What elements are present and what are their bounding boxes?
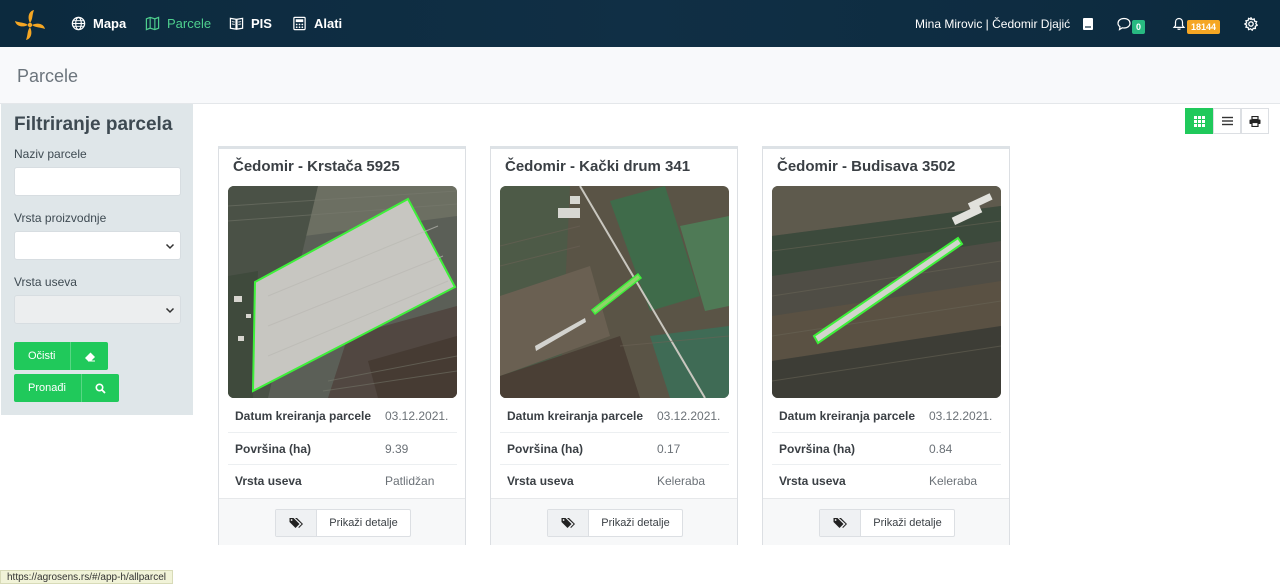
parcel-card-title: Čedomir - Kački drum 341: [505, 158, 691, 175]
parcel-detail-row: Površina (ha) 0.17: [500, 432, 729, 464]
eraser-icon: [70, 342, 108, 370]
parcel-detail-row: Površina (ha) 9.39: [228, 432, 457, 464]
production-type-select[interactable]: [14, 231, 181, 260]
messages-badge: 0: [1132, 19, 1146, 34]
grid-view-button[interactable]: [1185, 108, 1213, 134]
print-icon: [1249, 115, 1261, 127]
parcel-satellite-image[interactable]: [228, 186, 457, 398]
parcel-name-label: Naziv parcele: [14, 147, 87, 161]
search-icon: [81, 374, 119, 402]
nav-label-parcele: Parcele: [167, 16, 212, 31]
map-icon: [145, 16, 160, 31]
show-details-label: Prikaži detalje: [601, 517, 670, 529]
parcel-card: Čedomir - Kački drum 341 Datum kreiranja…: [490, 146, 738, 545]
crop-type-select[interactable]: [14, 295, 181, 324]
globe-icon: [71, 16, 86, 31]
gear-icon: [1244, 16, 1258, 31]
find-button[interactable]: Pronađi: [14, 374, 119, 402]
parcel-satellite-image[interactable]: [772, 186, 1001, 398]
clear-button[interactable]: Očisti: [14, 342, 108, 370]
parcel-card-footer: Prikaži detalje: [491, 498, 737, 545]
grid-icon: [1193, 115, 1205, 127]
clear-button-label: Očisti: [28, 350, 56, 362]
parcel-card-title: Čedomir - Krstača 5925: [233, 158, 400, 175]
top-navbar: Mapa Parcele PIS Alati Mina Mirovic | Če: [0, 0, 1280, 47]
find-button-label: Pronađi: [28, 382, 66, 394]
detail-value: Keleraba: [929, 474, 978, 488]
user-name[interactable]: Mina Mirovic | Čedomir Djajić: [915, 0, 1070, 47]
comment-icon: [1117, 17, 1131, 31]
detail-value: 9.39: [385, 442, 409, 456]
parcel-detail-row: Datum kreiranja parcele 03.12.2021.: [500, 400, 729, 432]
production-type-label: Vrsta proizvodnje: [14, 211, 107, 225]
show-details-button[interactable]: Prikaži detalje: [275, 509, 411, 537]
show-details-button[interactable]: Prikaži detalje: [547, 509, 683, 537]
parcel-detail-row: Površina (ha) 0.84: [772, 432, 1001, 464]
detail-label: Površina (ha): [507, 442, 584, 456]
detail-label: Vrsta useva: [779, 474, 846, 488]
status-bar-url: https://agrosens.rs/#/app-h/allparcel: [0, 570, 173, 584]
detail-label: Površina (ha): [779, 442, 856, 456]
notebook-icon: [1083, 17, 1093, 30]
detail-value: 0.17: [657, 442, 681, 456]
tags-icon: [548, 510, 589, 536]
detail-value: 03.12.2021.: [929, 409, 993, 423]
nav-label-mapa: Mapa: [93, 16, 127, 31]
detail-value: 03.12.2021.: [657, 409, 721, 423]
nav-item-alati[interactable]: Alati: [292, 0, 342, 47]
book-icon: [229, 17, 244, 30]
settings-button[interactable]: [1244, 0, 1258, 47]
notifications-badge: 18144: [1187, 19, 1221, 34]
page-header: Parcele: [0, 47, 1280, 104]
nav-item-mapa[interactable]: Mapa: [71, 0, 126, 47]
list-view-button[interactable]: [1213, 108, 1241, 134]
nav-label-alati: Alati: [314, 16, 343, 31]
crop-type-label: Vrsta useva: [14, 275, 77, 289]
parcel-detail-row: Datum kreiranja parcele 03.12.2021.: [228, 400, 457, 432]
parcel-card-title: Čedomir - Budisava 3502: [777, 158, 956, 175]
bell-icon: [1172, 17, 1186, 30]
detail-label: Vrsta useva: [507, 474, 574, 488]
detail-value: Patlidžan: [385, 474, 435, 488]
notes-button[interactable]: [1082, 0, 1094, 47]
detail-value: 03.12.2021.: [385, 409, 449, 423]
show-details-button[interactable]: Prikaži detalje: [819, 509, 955, 537]
show-details-label: Prikaži detalje: [329, 517, 398, 529]
chevron-down-icon: [165, 243, 175, 250]
chevron-down-icon: [165, 307, 175, 314]
print-button[interactable]: [1241, 108, 1269, 134]
parcel-satellite-image[interactable]: [500, 186, 729, 398]
detail-label: Datum kreiranja parcele: [235, 409, 372, 423]
tags-icon: [276, 510, 317, 536]
parcel-name-input[interactable]: [14, 167, 181, 196]
filter-title: Filtriranje parcela: [14, 114, 173, 135]
notifications-button[interactable]: 18144: [1172, 0, 1221, 47]
detail-label: Datum kreiranja parcele: [507, 409, 644, 423]
parcel-card-footer: Prikaži detalje: [763, 498, 1009, 545]
nav-item-pis[interactable]: PIS: [229, 0, 272, 47]
parcel-card: Čedomir - Krstača 5925 Datum kreiranja p…: [218, 146, 466, 545]
list-icon: [1221, 116, 1233, 126]
detail-label: Vrsta useva: [235, 474, 302, 488]
parcel-detail-row: Vrsta useva Patlidžan: [228, 464, 457, 496]
parcel-card: Čedomir - Budisava 3502 Datum kreiranja …: [762, 146, 1010, 545]
show-details-label: Prikaži detalje: [873, 517, 942, 529]
calculator-icon: [293, 16, 306, 31]
parcel-detail-row: Vrsta useva Keleraba: [500, 464, 729, 496]
app-logo[interactable]: [14, 9, 46, 41]
nav-label-pis: PIS: [251, 16, 272, 31]
detail-label: Datum kreiranja parcele: [779, 409, 916, 423]
messages-button[interactable]: 0: [1117, 0, 1146, 47]
page-title: Parcele: [17, 66, 79, 86]
detail-label: Površina (ha): [235, 442, 312, 456]
parcel-detail-row: Vrsta useva Keleraba: [772, 464, 1001, 496]
detail-value: 0.84: [929, 442, 953, 456]
parcel-detail-row: Datum kreiranja parcele 03.12.2021.: [772, 400, 1001, 432]
detail-value: Keleraba: [657, 474, 706, 488]
filter-panel: Filtriranje parcela Naziv parcele Vrsta …: [1, 104, 193, 415]
tags-icon: [820, 510, 861, 536]
parcel-card-footer: Prikaži detalje: [219, 498, 465, 545]
nav-item-parcele[interactable]: Parcele: [145, 0, 211, 47]
